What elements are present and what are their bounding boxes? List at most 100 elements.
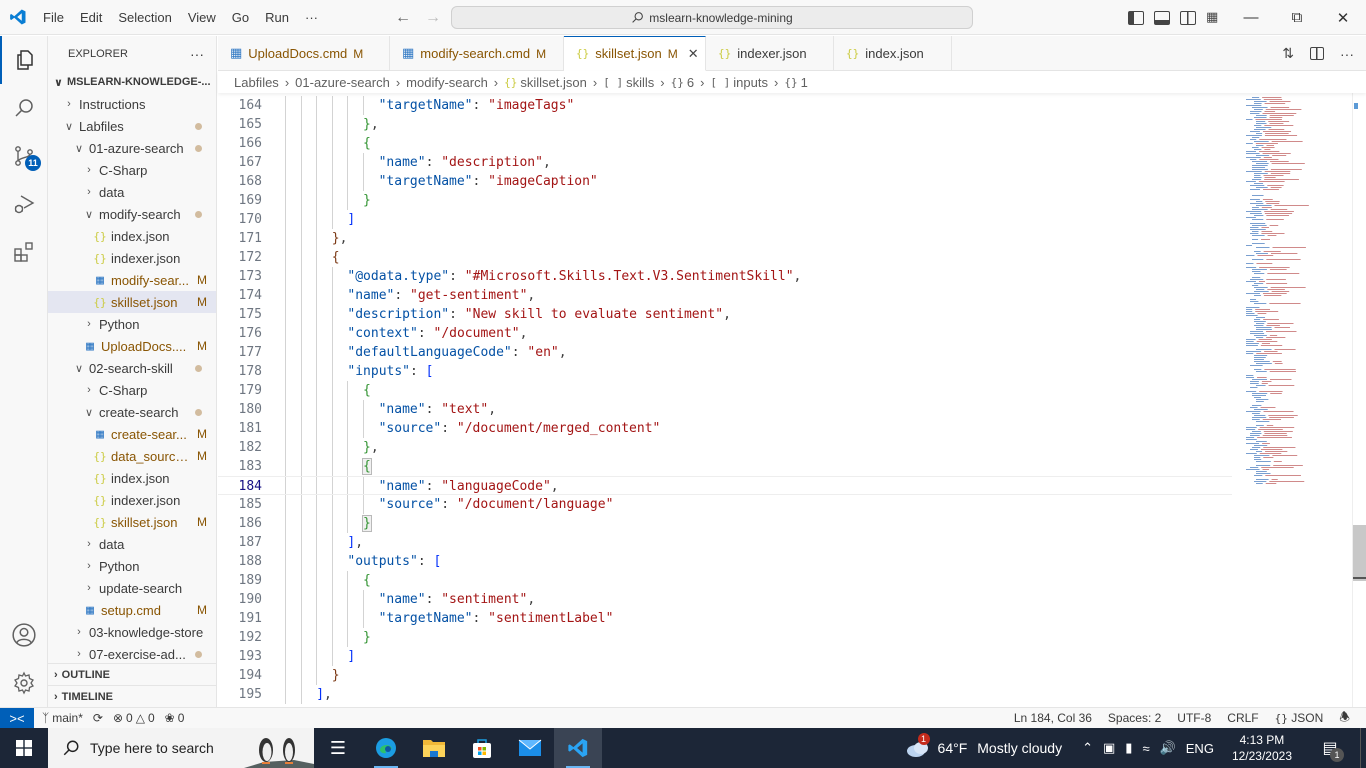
language-mode[interactable]: {} JSON bbox=[1275, 711, 1324, 725]
breadcrumb-item[interactable]: [ ] inputs bbox=[710, 75, 768, 90]
vertical-scrollbar[interactable] bbox=[1352, 93, 1366, 707]
tree-item[interactable]: {} skillset.json M bbox=[48, 511, 216, 533]
tree-item[interactable]: › 07-exercise-ad... bbox=[48, 643, 216, 665]
tree-item[interactable]: › data bbox=[48, 181, 216, 203]
scrollbar-thumb[interactable] bbox=[1353, 525, 1366, 581]
code-line[interactable]: 186} bbox=[218, 514, 1232, 533]
vscode-app[interactable] bbox=[554, 728, 602, 768]
tree-item[interactable]: {} indexer.json bbox=[48, 489, 216, 511]
end-of-line[interactable]: CRLF bbox=[1227, 711, 1258, 725]
code-line[interactable]: 165}, bbox=[218, 115, 1232, 134]
workspace-root[interactable]: ∨ MSLEARN-KNOWLEDGE-... bbox=[48, 71, 216, 93]
code-line[interactable]: 182}, bbox=[218, 438, 1232, 457]
activity-search[interactable] bbox=[0, 84, 48, 132]
toggle-primary-sidebar-icon[interactable] bbox=[1128, 10, 1144, 25]
sync-icon[interactable]: ⟳ bbox=[93, 711, 103, 725]
code-line[interactable]: 179 { bbox=[218, 381, 1232, 400]
tree-item[interactable]: › C-Sharp bbox=[48, 379, 216, 401]
tree-item[interactable]: › Python bbox=[48, 313, 216, 335]
branch-indicator[interactable]: ᛉ main* bbox=[42, 711, 83, 725]
toggle-secondary-sidebar-icon[interactable] bbox=[1180, 10, 1196, 25]
ports-indicator[interactable]: ❀ 0 bbox=[165, 711, 185, 725]
file-explorer-app[interactable] bbox=[410, 728, 458, 768]
tree-item[interactable]: › C-Sharp bbox=[48, 159, 216, 181]
code-line[interactable]: 172 { bbox=[218, 248, 1232, 267]
battery-icon[interactable]: ▮ bbox=[1125, 740, 1132, 756]
breadcrumb-item[interactable]: {} skillset.json bbox=[504, 75, 587, 90]
tree-item[interactable]: › update-search bbox=[48, 577, 216, 599]
tab-uploaddocs-cmd[interactable]: ▦ UploadDocs.cmd M bbox=[218, 36, 390, 71]
menu-view[interactable]: View bbox=[180, 0, 224, 35]
tree-item[interactable]: › 03-knowledge-store bbox=[48, 621, 216, 643]
tree-item[interactable]: {} data_source... M bbox=[48, 445, 216, 467]
close-window-button[interactable]: ✕ bbox=[1320, 0, 1366, 35]
breadcrumb-item[interactable]: modify-search bbox=[406, 75, 488, 90]
tab-indexer-json[interactable]: {} indexer.json bbox=[706, 36, 834, 71]
code-line[interactable]: 183 { bbox=[218, 457, 1232, 476]
activity-extensions[interactable] bbox=[0, 228, 48, 276]
minimap[interactable] bbox=[1232, 93, 1352, 707]
activity-run-debug[interactable] bbox=[0, 180, 48, 228]
tree-item[interactable]: ∨ Labfiles bbox=[48, 115, 216, 137]
tree-item[interactable]: {} index.json bbox=[48, 467, 216, 489]
customize-layout-icon[interactable]: ▦ bbox=[1206, 10, 1218, 25]
tree-item[interactable]: {} index.json bbox=[48, 225, 216, 247]
back-arrow-icon[interactable]: ← bbox=[395, 9, 411, 27]
tree-item[interactable]: ∨ 02-search-skill bbox=[48, 357, 216, 379]
store-app[interactable] bbox=[458, 728, 506, 768]
code-line[interactable]: 173 "@odata.type": "#Microsoft.Skills.Tex… bbox=[218, 267, 1232, 286]
menu-file[interactable]: File bbox=[35, 0, 72, 35]
cursor-position[interactable]: Ln 184, Col 36 bbox=[1014, 711, 1092, 725]
restore-button[interactable]: ⧉ bbox=[1274, 0, 1320, 35]
tab-index-json[interactable]: {} index.json bbox=[834, 36, 952, 71]
code-line[interactable]: 166 { bbox=[218, 134, 1232, 153]
volume-icon[interactable]: 🔊 bbox=[1160, 740, 1176, 756]
menu-edit[interactable]: Edit bbox=[72, 0, 110, 35]
encoding[interactable]: UTF-8 bbox=[1177, 711, 1211, 725]
tree-item[interactable]: › Python bbox=[48, 555, 216, 577]
tree-item[interactable]: ▦ UploadDocs.... M bbox=[48, 335, 216, 357]
clock[interactable]: 4:13 PM 12/23/2023 bbox=[1232, 732, 1292, 764]
editor-more-icon[interactable]: ··· bbox=[1340, 46, 1354, 62]
tree-item[interactable]: ∨ create-search bbox=[48, 401, 216, 423]
code-line[interactable]: 167 "name": "description", bbox=[218, 153, 1232, 172]
tree-item[interactable]: ∨ 01-azure-search bbox=[48, 137, 216, 159]
code-line[interactable]: 181 "source": "/document/merged_content" bbox=[218, 419, 1232, 438]
mail-app[interactable] bbox=[506, 728, 554, 768]
action-center-button[interactable]: ▤ 1 bbox=[1310, 738, 1350, 762]
tab-modify-search-cmd[interactable]: ▦ modify-search.cmd M bbox=[390, 36, 564, 71]
indentation[interactable]: Spaces: 2 bbox=[1108, 711, 1161, 725]
tree-item[interactable]: › data bbox=[48, 533, 216, 555]
menu-run[interactable]: Run bbox=[257, 0, 297, 35]
input-language[interactable]: ENG bbox=[1186, 741, 1214, 756]
code-line[interactable]: 195], bbox=[218, 685, 1232, 704]
menu-go[interactable]: Go bbox=[224, 0, 257, 35]
code-line[interactable]: 184 "name": "languageCode", bbox=[218, 476, 1232, 495]
activity-explorer[interactable] bbox=[0, 36, 48, 84]
menu-more[interactable]: ··· bbox=[297, 0, 326, 35]
tree-item[interactable]: ▦ create-sear... M bbox=[48, 423, 216, 445]
forward-arrow-icon[interactable]: → bbox=[425, 9, 441, 27]
code-line[interactable]: 191 "targetName": "sentimentLabel" bbox=[218, 609, 1232, 628]
code-line[interactable]: 174 "name": "get-sentiment", bbox=[218, 286, 1232, 305]
code-line[interactable]: 194} bbox=[218, 666, 1232, 685]
code-line[interactable]: 178 "inputs": [ bbox=[218, 362, 1232, 381]
breadcrumb-item[interactable]: 01-azure-search bbox=[295, 75, 390, 90]
activity-accounts[interactable] bbox=[0, 611, 48, 659]
explorer-more-button[interactable]: ··· bbox=[190, 46, 204, 62]
code-editor[interactable]: 164 "targetName": "imageTags" 165}, 166{167… bbox=[218, 93, 1232, 707]
tree-item[interactable]: › Instructions bbox=[48, 93, 216, 115]
code-line[interactable]: 189 { bbox=[218, 571, 1232, 590]
code-line[interactable]: 169} bbox=[218, 191, 1232, 210]
open-changes-icon[interactable]: ⇅ bbox=[1282, 45, 1294, 62]
code-line[interactable]: 175 "description": "New skill to evaluate… bbox=[218, 305, 1232, 324]
tree-item[interactable]: {} skillset.json M bbox=[48, 291, 216, 313]
notifications-bell-icon[interactable]: 🕭 bbox=[1339, 708, 1350, 729]
activity-source-control[interactable]: 11 bbox=[0, 132, 48, 180]
meet-now-icon[interactable]: ▣ bbox=[1103, 740, 1115, 756]
weather-widget[interactable]: 1 64°F Mostly cloudy bbox=[906, 733, 1062, 758]
tree-item[interactable]: ▦ setup.cmd M bbox=[48, 599, 216, 621]
minimize-button[interactable]: — bbox=[1228, 0, 1274, 35]
remote-indicator[interactable]: >< bbox=[0, 707, 34, 729]
start-button[interactable] bbox=[0, 728, 48, 768]
